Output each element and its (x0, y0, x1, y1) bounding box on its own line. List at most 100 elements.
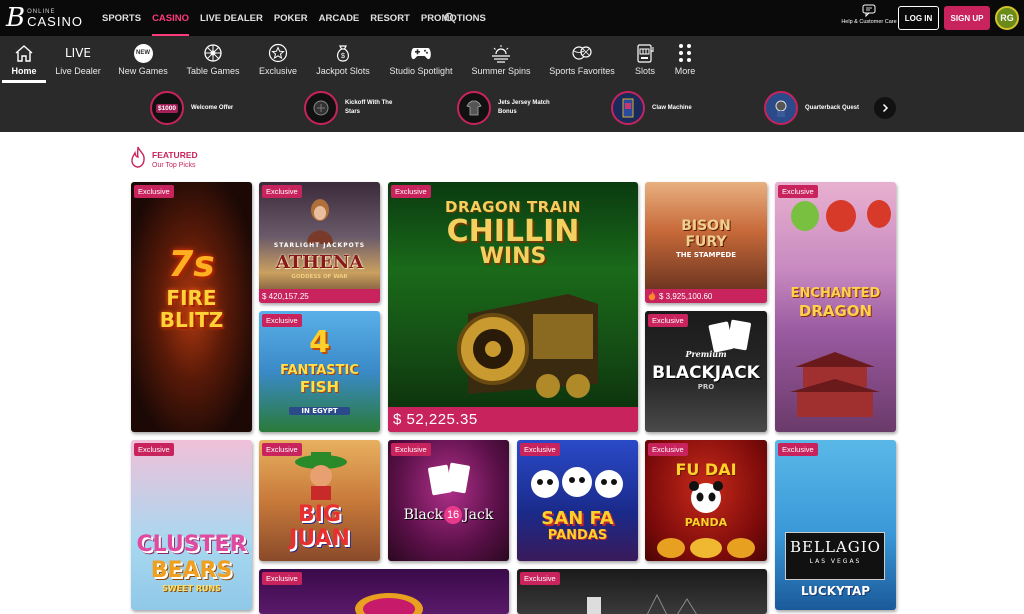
exclusive-badge: Exclusive (134, 185, 174, 198)
chevron-right-icon (882, 103, 889, 113)
game-title-line: ATHENA (275, 252, 364, 273)
carousel-next-button[interactable] (874, 97, 896, 119)
game-tile-fu-dai-panda[interactable]: Exclusive FU DAI PANDA (645, 440, 767, 561)
game-tile-blackjack[interactable]: Exclusive Black 16 Jack (388, 440, 509, 561)
promo-quarterback-quest[interactable]: Quarterback Quest (764, 91, 859, 125)
exclusive-badge: Exclusive (391, 185, 431, 198)
jackpot-amount: $ 3,925,100.60 (645, 289, 767, 303)
category-new-games[interactable]: NEW New Games (116, 36, 170, 84)
chat-bubble-icon (862, 4, 876, 17)
exclusive-badge: Exclusive (778, 185, 818, 198)
category-label: Exclusive (258, 66, 297, 76)
login-button[interactable]: LOG IN (898, 6, 939, 30)
game-tile-7s-fire-blitz[interactable]: Exclusive 7s FIRE BLITZ (131, 182, 252, 432)
nav-resort[interactable]: RESORT (370, 0, 410, 36)
game-tile-bison-fury[interactable]: BISON FURY THE STAMPEDE $ 3,925,100.60 (645, 182, 767, 303)
nav-live-dealer[interactable]: LIVE DEALER (200, 0, 263, 36)
promo-claw-machine[interactable]: Claw Machine (611, 91, 692, 125)
game-title-line: FIRE (166, 286, 217, 310)
game-title-line: BLACKJACK (652, 363, 760, 383)
category-studio-spotlight[interactable]: Studio Spotlight (388, 36, 454, 84)
game-title-line: BISON (681, 218, 731, 234)
game-title-line: Premium (685, 349, 727, 359)
category-label: Sports Favorites (549, 66, 615, 76)
game-title-line: SWEET RUNS (162, 584, 221, 593)
category-label: New Games (118, 66, 168, 76)
promo-welcome-offer[interactable]: $1000 Welcome Offer (150, 91, 233, 125)
gold-bags-art (657, 538, 755, 558)
category-summer-spins[interactable]: Summer Spins (470, 36, 532, 84)
game-tile-athena[interactable]: Exclusive STARLIGHT JACKPOTS ATHENA GODD… (259, 182, 380, 303)
game-tile-san-fa-pandas[interactable]: Exclusive SAN FA PANDAS (517, 440, 638, 561)
brand-logo[interactable]: B ONLINE CASINO (6, 5, 92, 31)
category-sports-favorites[interactable]: Sports Favorites (548, 36, 616, 84)
exclusive-badge: Exclusive (262, 185, 302, 198)
help-customer-care[interactable]: Help & Customer Care (840, 4, 898, 32)
logo-big-text: CASINO (27, 13, 83, 29)
nav-sports[interactable]: SPORTS (102, 0, 141, 36)
game-tile-big-juan[interactable]: Exclusive BIG JUAN (259, 440, 380, 561)
game-title-line: WINS (479, 244, 547, 269)
gamepad-icon (410, 42, 432, 64)
category-table-games[interactable]: Table Games (185, 36, 241, 84)
svg-text:$: $ (341, 53, 345, 60)
game-title-line: FISH (299, 378, 340, 396)
wheel-icon (203, 42, 223, 64)
game-title-line: CLUSTER (136, 532, 247, 557)
promo-label: Claw Machine (652, 104, 692, 111)
game-tile-premium-blackjack[interactable]: Exclusive Premium BLACKJACK PRO (645, 311, 767, 432)
game-tile-bellagio-lucky-tap[interactable]: Exclusive BELLAGIO LAS VEGAS LUCKYTAP (775, 440, 896, 610)
live-icon: LIVE (64, 46, 91, 60)
nav-arcade[interactable]: ARCADE (319, 0, 360, 36)
promo-label: Kickoff With The Stars (345, 100, 393, 115)
promotions-carousel: $1000 Welcome Offer Kickoff With The Sta… (0, 84, 1024, 132)
category-home[interactable]: Home (2, 36, 46, 84)
active-category-indicator (2, 80, 46, 83)
signup-button[interactable]: SIGN UP (944, 6, 990, 30)
exclusive-badge: Exclusive (134, 443, 174, 456)
responsible-gaming-avatar[interactable]: RG (995, 6, 1019, 30)
promo-label: Jets Jersey Match Bonus (498, 100, 550, 115)
promo-jets-jersey-match-bonus[interactable]: Jets Jersey Match Bonus (457, 91, 560, 125)
promo-kickoff-with-the-stars[interactable]: Kickoff With The Stars (304, 91, 407, 125)
star-icon (268, 42, 288, 64)
search-icon[interactable] (444, 12, 456, 24)
category-label: Live Dealer (55, 66, 101, 76)
nav-poker[interactable]: POKER (274, 0, 308, 36)
golden-train-art (457, 294, 598, 398)
game-title-line: LAS VEGAS (809, 558, 862, 565)
exclusive-badge: Exclusive (648, 314, 688, 327)
game-tile-hot[interactable]: Exclusive (259, 569, 509, 614)
game-tile-enchanted-dragon[interactable]: Exclusive ENCHANTED DRAGON (775, 182, 896, 432)
jackpot-amount: $ 420,157.25 (259, 289, 380, 303)
category-exclusive[interactable]: Exclusive (256, 36, 300, 84)
game-title-line: THE STAMPEDE (675, 251, 736, 259)
category-label: Summer Spins (471, 66, 531, 76)
game-tile-dragon-train[interactable]: Exclusive DRAGON TRAIN CHILLIN WINS $ 52… (388, 182, 638, 432)
slot-machine-icon (636, 42, 654, 64)
home-icon (14, 42, 34, 64)
playing-cards-art (708, 319, 751, 353)
game-title-line: BEARS (150, 558, 233, 583)
exclusive-badge: Exclusive (391, 443, 431, 456)
category-jackpot-slots[interactable]: $ Jackpot Slots (314, 36, 372, 84)
athena-figure-art (307, 199, 333, 244)
game-tile-exclusive[interactable]: Exclusive (517, 569, 767, 614)
game-tile-cluster-bears[interactable]: Exclusive CLUSTER BEARS SWEET RUNS (131, 440, 252, 610)
help-label: Help & Customer Care (841, 19, 897, 25)
category-slots[interactable]: Slots (630, 36, 660, 84)
logo-mark: B (6, 3, 26, 33)
game-tile-fantastic-fish[interactable]: Exclusive 4 FANTASTIC FISH IN EGYPT (259, 311, 380, 432)
nav-casino[interactable]: CASINO (152, 0, 189, 36)
sports-balls-icon (571, 42, 593, 64)
game-title-line: PANDAS (547, 528, 608, 543)
category-more[interactable]: More (672, 36, 698, 84)
featured-subtitle: Our Top Picks (152, 162, 196, 170)
lanterns-art (791, 200, 891, 232)
game-title-line: PANDA (684, 516, 728, 529)
promo-label: Welcome Offer (191, 104, 234, 111)
game-title-line: 16 (444, 506, 463, 524)
hot-title-art (355, 593, 423, 614)
category-live-dealer[interactable]: LIVE Live Dealer (52, 36, 104, 84)
pandas-art (531, 467, 623, 498)
